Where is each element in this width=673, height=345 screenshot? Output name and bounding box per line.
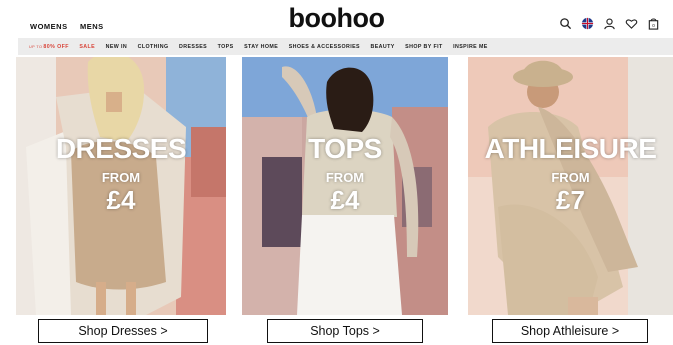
panel-from-label: FROM <box>551 170 590 185</box>
nav-item-tops[interactable]: TOPS <box>218 44 234 50</box>
panel-price: £4 <box>106 185 136 215</box>
panel-price: £4 <box>330 185 360 215</box>
promo-main: 80% OFF <box>43 43 69 50</box>
shopping-bag-icon[interactable]: 0 <box>647 17 660 30</box>
nav-promo-link[interactable]: UP TO80% OFF <box>29 44 69 50</box>
nav-item-stay-home[interactable]: STAY HOME <box>244 44 278 50</box>
account-icon[interactable] <box>603 17 616 30</box>
panel-title: ATHLEISURE <box>484 133 657 164</box>
tops-promo-panel[interactable]: TOPS FROM £4 <box>242 57 448 315</box>
panel-from-label: FROM <box>325 170 365 185</box>
site-header: WOMENS MENS boohoo 0 <box>0 0 673 38</box>
panel-from-label: FROM <box>101 170 141 185</box>
shop-tops-button[interactable]: Shop Tops > <box>267 319 423 343</box>
header-icons: 0 <box>559 17 660 30</box>
uk-flag-icon[interactable] <box>581 17 594 30</box>
panel-title: TOPS <box>308 133 382 164</box>
nav-item-shop-by-fit[interactable]: SHOP BY FIT <box>405 44 442 50</box>
nav-item-inspire-me[interactable]: INSPIRE ME <box>453 44 488 50</box>
panel-price: £7 <box>556 185 585 215</box>
nav-item-sale[interactable]: SALE <box>79 44 95 50</box>
nav-item-new-in[interactable]: NEW IN <box>106 44 128 50</box>
nav-item-beauty[interactable]: BEAUTY <box>370 44 394 50</box>
dresses-promo-panel[interactable]: DRESSES FROM £4 <box>16 57 226 315</box>
nav-item-dresses[interactable]: DRESSES <box>179 44 207 50</box>
nav-item-shoes-accessories[interactable]: SHOES & ACCESSORIES <box>289 44 360 50</box>
main-nav: UP TO80% OFF SALE NEW IN CLOTHING DRESSE… <box>18 38 673 55</box>
shop-athleisure-button[interactable]: Shop Athleisure > <box>492 319 648 343</box>
nav-item-clothing[interactable]: CLOTHING <box>138 44 169 50</box>
panel-title: DRESSES <box>55 133 187 164</box>
promo-prefix: UP TO <box>29 44 43 49</box>
shop-dresses-button[interactable]: Shop Dresses > <box>38 319 208 343</box>
athleisure-promo-panel[interactable]: ATHLEISURE FROM £7 <box>468 57 673 315</box>
bag-count: 0 <box>652 23 655 28</box>
wishlist-heart-icon[interactable] <box>625 17 638 30</box>
search-icon[interactable] <box>559 17 572 30</box>
